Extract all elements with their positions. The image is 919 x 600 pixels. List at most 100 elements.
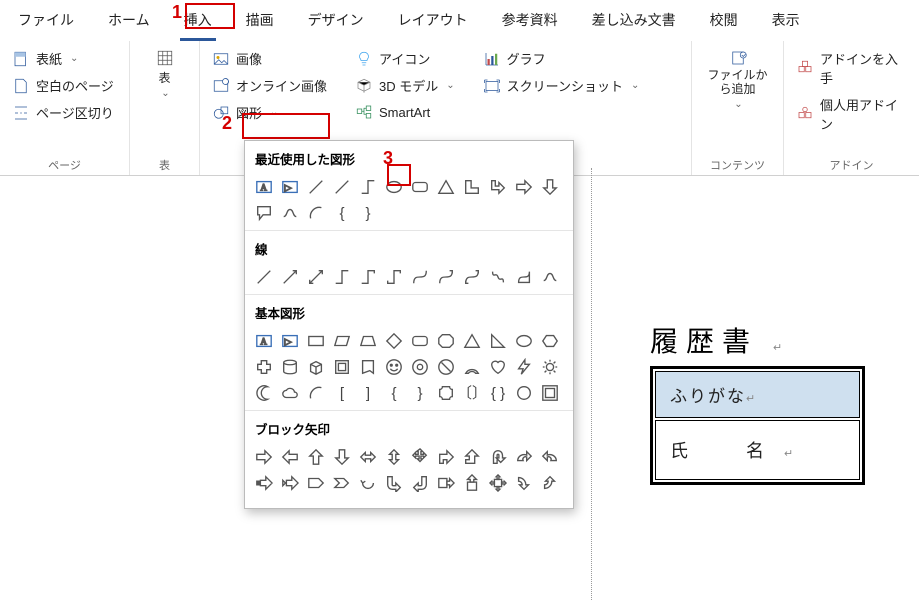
shape-bracket-r[interactable]: ]	[357, 382, 379, 404]
tab-references[interactable]: 参考資料	[498, 6, 562, 41]
table-button[interactable]: 表⌄	[140, 47, 189, 101]
shape-parallelogram[interactable]	[331, 330, 353, 352]
shape-oval2[interactable]	[513, 330, 535, 352]
shape-double-bracket[interactable]: 〔〕	[461, 382, 483, 404]
shape-arrow-curved-up[interactable]	[539, 472, 561, 494]
shape-line[interactable]	[305, 176, 327, 198]
shape-arrow-uturn[interactable]	[487, 446, 509, 468]
tab-file[interactable]: ファイル	[14, 6, 78, 41]
shape-bevel[interactable]	[331, 356, 353, 378]
shape-can[interactable]	[279, 356, 301, 378]
shape-octagon[interactable]	[435, 330, 457, 352]
page-break-button[interactable]: ページ区切り	[10, 101, 119, 124]
shape-arc[interactable]	[305, 202, 327, 224]
shape-arrow-curved-r[interactable]	[513, 446, 535, 468]
shape-block-arc[interactable]	[461, 356, 483, 378]
shape-lightning[interactable]	[513, 356, 535, 378]
shape-arrow-chevron[interactable]	[331, 472, 353, 494]
shape-cloud[interactable]	[279, 382, 301, 404]
cell-name[interactable]: 氏 名↵	[655, 420, 860, 480]
shape-down-arrow[interactable]	[539, 176, 561, 198]
pictures-button[interactable]: 画像	[210, 47, 329, 70]
shape-curve[interactable]	[409, 266, 431, 288]
shape-brace-r[interactable]: }	[409, 382, 431, 404]
shape-arrow-bent-corner-l[interactable]	[409, 472, 431, 494]
reuse-files-button[interactable]: ファイルか ら追加⌄	[702, 47, 773, 112]
tab-insert[interactable]: 挿入	[180, 6, 216, 41]
shape-arrow-callout-r[interactable]	[435, 472, 457, 494]
shape-curve-arrow[interactable]	[435, 266, 457, 288]
shape-line2[interactable]	[331, 176, 353, 198]
shape-l-shape[interactable]	[461, 176, 483, 198]
shape-arrow-lr[interactable]	[357, 446, 379, 468]
cell-furigana[interactable]: ふりがな↵	[655, 371, 860, 418]
shape-arrow-curved-down[interactable]	[513, 472, 535, 494]
my-addins-button[interactable]: 個人用アドイン	[794, 93, 909, 135]
shape-arrow-bent-r[interactable]	[435, 446, 457, 468]
shape-moon[interactable]	[253, 382, 275, 404]
shape-callout[interactable]	[253, 202, 275, 224]
shape-line-arrow[interactable]	[279, 266, 301, 288]
shape-arrow-pentagon[interactable]	[305, 472, 327, 494]
shape-frame[interactable]	[539, 382, 561, 404]
shape-textbox-h[interactable]: A	[253, 176, 275, 198]
shape-line-double[interactable]	[305, 266, 327, 288]
icons-button[interactable]: アイコン	[353, 47, 457, 70]
shape-bracket-l[interactable]: [	[331, 382, 353, 404]
shape-elbow-double[interactable]	[383, 266, 405, 288]
shape-elbow-connector[interactable]	[357, 176, 379, 198]
shape-elbow-arrow[interactable]	[357, 266, 379, 288]
shape-arc2[interactable]	[305, 382, 327, 404]
shape-freeform-closed[interactable]	[513, 266, 535, 288]
shape-arrow-callout-u[interactable]	[461, 472, 483, 494]
shape-donut[interactable]	[409, 356, 431, 378]
shape-arrow-curved-l[interactable]	[539, 446, 561, 468]
3d-models-button[interactable]: 3D モデル⌄	[353, 74, 457, 97]
shape-heart[interactable]	[487, 356, 509, 378]
shape-teardrop[interactable]	[513, 382, 535, 404]
shape-arrow-notched[interactable]	[279, 472, 301, 494]
shapes-button[interactable]: 図形⌄	[210, 101, 329, 124]
cover-page-button[interactable]: 表紙⌄	[10, 47, 119, 70]
shape-freeform[interactable]	[487, 266, 509, 288]
shape-l-arrow[interactable]	[487, 176, 509, 198]
shape-arrow-striped[interactable]	[253, 472, 275, 494]
tab-review[interactable]: 校閲	[706, 6, 742, 41]
tab-design[interactable]: デザイン	[304, 6, 368, 41]
chart-button[interactable]: グラフ	[481, 47, 642, 70]
shape-arrow-circular[interactable]	[357, 472, 379, 494]
shape-roundrect[interactable]	[409, 176, 431, 198]
shape-line-plain[interactable]	[253, 266, 275, 288]
shape-arrow-callout-quad[interactable]	[487, 472, 509, 494]
shape-brace-right[interactable]: }	[357, 202, 379, 224]
shape-brace-left[interactable]: {	[331, 202, 353, 224]
shape-brace-l[interactable]: {	[383, 382, 405, 404]
shape-scribble[interactable]	[539, 266, 561, 288]
blank-page-button[interactable]: 空白のページ	[10, 74, 119, 97]
shape-arrow-bent-u[interactable]	[461, 446, 483, 468]
shape-plaque[interactable]	[435, 382, 457, 404]
shape-right-arrow[interactable]	[513, 176, 535, 198]
shape-right-triangle[interactable]	[487, 330, 509, 352]
shape-double-brace[interactable]: { }	[487, 382, 509, 404]
shape-arrow-bent-corner-r[interactable]	[383, 472, 405, 494]
shape-curve-double[interactable]	[461, 266, 483, 288]
shape-elbow[interactable]	[331, 266, 353, 288]
tab-home[interactable]: ホーム	[104, 6, 154, 41]
tab-view[interactable]: 表示	[768, 6, 804, 41]
tab-draw[interactable]: 描画	[242, 6, 278, 41]
shape-arrow-down[interactable]	[331, 446, 353, 468]
shape-rect[interactable]	[305, 330, 327, 352]
shape-diamond[interactable]	[383, 330, 405, 352]
shape-textbox-h2[interactable]: A	[253, 330, 275, 352]
shape-freeform-scribble[interactable]	[279, 202, 301, 224]
shape-textbox-v2[interactable]: ▷	[279, 330, 301, 352]
shape-trapezoid[interactable]	[357, 330, 379, 352]
shape-smiley[interactable]	[383, 356, 405, 378]
shape-folded[interactable]	[357, 356, 379, 378]
shape-triangle[interactable]	[435, 176, 457, 198]
shape-cube[interactable]	[305, 356, 327, 378]
shape-arrow-quad[interactable]	[409, 446, 431, 468]
tab-mailings[interactable]: 差し込み文書	[588, 6, 680, 41]
shape-cross[interactable]	[253, 356, 275, 378]
